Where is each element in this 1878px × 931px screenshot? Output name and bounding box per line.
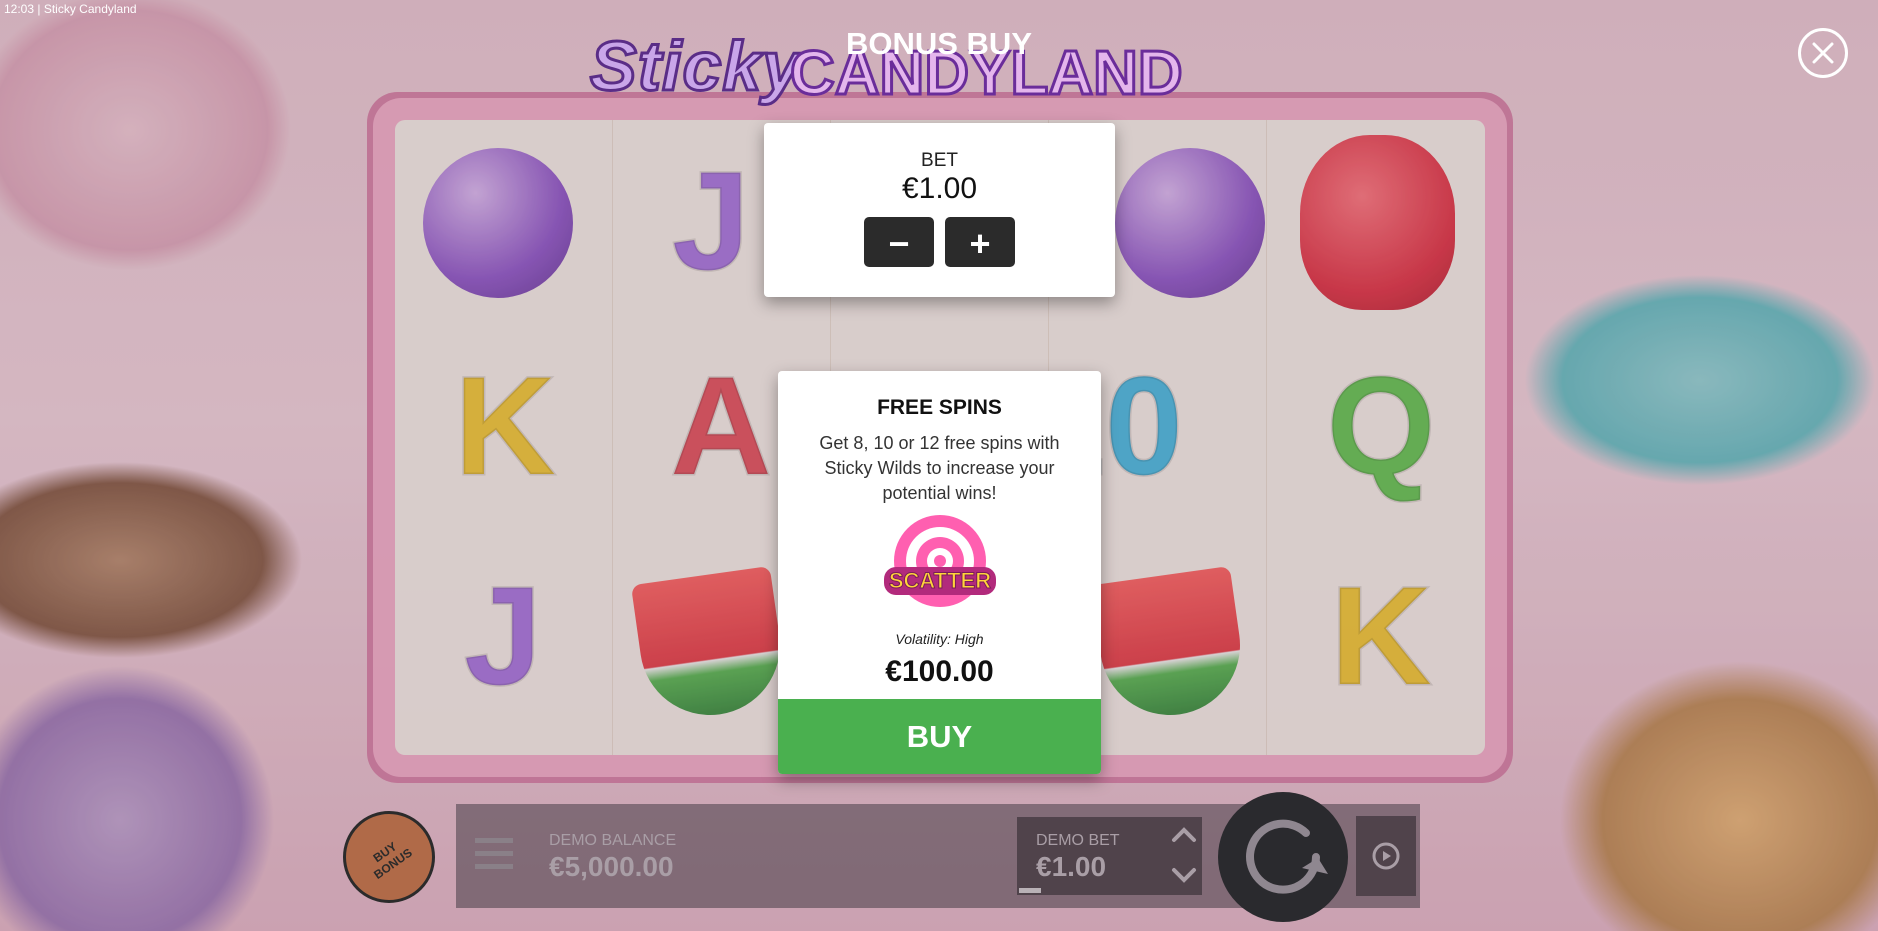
- status-separator: |: [37, 2, 41, 16]
- bet-panel: BET €1.00 − +: [764, 123, 1115, 297]
- plus-icon: +: [969, 223, 991, 264]
- clock: 12:03: [4, 2, 35, 16]
- spin-icon: [1246, 819, 1328, 894]
- demo-bet-label: DEMO BET: [1036, 832, 1120, 849]
- free-spins-title: FREE SPINS: [877, 396, 1002, 419]
- status-bar: 12:03 | Sticky Candyland: [4, 2, 137, 16]
- increase-bet-button[interactable]: +: [945, 217, 1015, 267]
- scatter-label: SCATTER: [888, 568, 992, 594]
- bet-label: BET: [921, 150, 958, 171]
- buy-button-label: BUY: [906, 719, 973, 754]
- chevron-up-down-icon: [1172, 827, 1196, 883]
- volatility-label: Volatility: High: [895, 631, 984, 647]
- autoplay-button[interactable]: [1356, 816, 1416, 896]
- scatter-symbol-icon: SCATTER: [878, 511, 1002, 619]
- close-icon: [1812, 42, 1834, 64]
- menu-icon[interactable]: [475, 838, 513, 870]
- demo-bet-value: €1.00: [1036, 851, 1107, 882]
- minus-icon: −: [888, 223, 910, 264]
- app-title: Sticky Candyland: [43, 2, 137, 16]
- bet-value: €1.00: [901, 172, 978, 205]
- decrease-bet-button[interactable]: −: [864, 217, 934, 267]
- buy-bonus-button[interactable]: BUY BONUS: [343, 811, 435, 903]
- bonus-price: €100.00: [885, 655, 994, 688]
- demo-balance-value: €5,000.00: [549, 851, 674, 882]
- close-button[interactable]: [1798, 28, 1848, 78]
- bet-arrows[interactable]: [1170, 826, 1198, 889]
- spin-button[interactable]: [1218, 792, 1348, 922]
- free-spins-card: FREE SPINS Get 8, 10 or 12 free spins wi…: [778, 371, 1101, 774]
- autoplay-icon: [1372, 842, 1400, 870]
- page-title: BONUS BUY: [845, 26, 1032, 61]
- free-spins-description: Get 8, 10 or 12 free spins with Sticky W…: [819, 433, 1060, 503]
- buy-bonus-label: BUY BONUS: [370, 839, 415, 882]
- buy-button[interactable]: BUY: [778, 699, 1101, 774]
- demo-balance-label: DEMO BALANCE: [549, 832, 677, 849]
- bet-level-indicator: [1019, 888, 1041, 893]
